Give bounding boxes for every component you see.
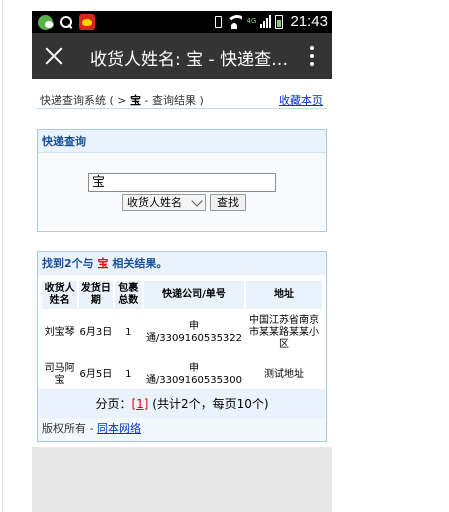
column-header: 快递公司/单号 xyxy=(144,281,244,309)
breadcrumb-text: 快递查询系统 ( > 宝 - 查询结果 ) xyxy=(40,92,204,108)
empty-area xyxy=(32,447,332,512)
web-content: 快递查询系统 ( > 宝 - 查询结果 ) 收藏本页 快递查询 宝 收货人姓名 … xyxy=(32,79,332,447)
app-icon xyxy=(79,14,95,30)
pager-label: 分页： xyxy=(95,397,132,411)
page-link-1[interactable]: [1] xyxy=(131,397,148,411)
more-vert-icon[interactable] xyxy=(310,46,314,66)
results-heading: 找到2个与 宝 相关结果。 xyxy=(38,252,326,275)
search-icon xyxy=(59,15,73,29)
results-heading-prefix: 找到2个与 xyxy=(42,257,98,270)
ship-date: 6月5日 xyxy=(79,369,113,380)
ship-date: 6月3日 xyxy=(79,327,113,338)
chevron-down-icon xyxy=(191,195,203,207)
breadcrumb-prefix: 快递查询系统 ( > xyxy=(40,94,130,107)
copyright-text: 版权所有 - xyxy=(42,422,97,435)
battery-icon xyxy=(275,14,284,29)
search-field-select-value: 收货人姓名 xyxy=(127,196,182,209)
search-input[interactable]: 宝 xyxy=(88,173,276,192)
column-header: 收货人姓名 xyxy=(42,281,78,309)
recipient-name: 司马阿宝 xyxy=(44,363,75,386)
table-row: 刘宝琴 6月3日 1 申通/3309160535322 中国江苏省南京市某某路某… xyxy=(42,311,322,355)
results-heading-suffix: 相关结果。 xyxy=(108,257,168,270)
status-bar: 4G 21:43 xyxy=(32,11,332,33)
results-keyword: 宝 xyxy=(97,257,109,270)
app-bar: 收货人姓名: 宝 - 快递查询结果 xyxy=(32,33,332,79)
site-link[interactable]: 同本网络 xyxy=(97,422,141,435)
column-header: 地址 xyxy=(245,281,322,309)
status-time: 21:43 xyxy=(290,13,328,30)
signal-icon xyxy=(260,15,272,28)
address: 中国江苏省南京市某某路某某小区 xyxy=(248,315,319,350)
search-button[interactable]: 查找 xyxy=(210,194,246,211)
breadcrumb: 快递查询系统 ( > 宝 - 查询结果 ) 收藏本页 xyxy=(36,89,327,109)
search-heading: 快递查询 xyxy=(38,130,326,153)
breadcrumb-suffix: - 查询结果 ) xyxy=(141,94,204,107)
search-form: 宝 收货人姓名 查找 xyxy=(38,153,326,231)
wifi-icon xyxy=(226,14,243,29)
pagination: 分页：[1] (共计2个，每页10个) xyxy=(38,389,326,419)
status-left-icons xyxy=(38,14,95,30)
courier-tracking: 申通/3309160535322 xyxy=(145,321,243,344)
favorite-link[interactable]: 收藏本页 xyxy=(279,92,323,108)
page-title: 收货人姓名: 宝 - 快递查询结果 xyxy=(90,50,290,70)
address: 测试地址 xyxy=(263,369,304,380)
package-count: 1 xyxy=(125,327,132,338)
vibrate-icon xyxy=(215,15,223,28)
phone-screen: 4G 21:43 收货人姓名: 宝 - 快递查询结果 快递查询系统 ( > 宝 … xyxy=(32,11,332,512)
recipient-name: 刘宝琴 xyxy=(44,327,75,338)
footer: 版权所有 - 同本网络 xyxy=(37,418,327,442)
courier-tracking: 申通/3309160535300 xyxy=(145,363,243,386)
search-panel: 快递查询 宝 收货人姓名 查找 xyxy=(37,129,327,232)
network-type: 4G xyxy=(246,17,257,25)
column-header: 包裹总数 xyxy=(114,281,143,309)
table-row: 司马阿宝 6月5日 1 申通/3309160535300 测试地址 xyxy=(42,357,322,393)
page-edge-divider xyxy=(2,0,3,512)
close-icon[interactable] xyxy=(43,45,65,67)
status-right-icons: 4G 21:43 xyxy=(215,13,328,30)
column-header: 发货日期 xyxy=(79,281,113,309)
package-count: 1 xyxy=(125,369,132,380)
breadcrumb-keyword: 宝 xyxy=(130,94,141,107)
wechat-icon xyxy=(38,14,54,30)
search-field-select[interactable]: 收货人姓名 xyxy=(122,194,206,211)
results-panel: 找到2个与 宝 相关结果。 收货人姓名 发货日期 包裹总数 快递公司/单号 地址 xyxy=(37,251,327,442)
table-header-row: 收货人姓名 发货日期 包裹总数 快递公司/单号 地址 xyxy=(42,281,322,309)
results-table: 收货人姓名 发货日期 包裹总数 快递公司/单号 地址 刘宝琴 6月3日 1 申通… xyxy=(40,279,324,395)
pager-summary: (共计2个，每页10个) xyxy=(148,397,269,411)
